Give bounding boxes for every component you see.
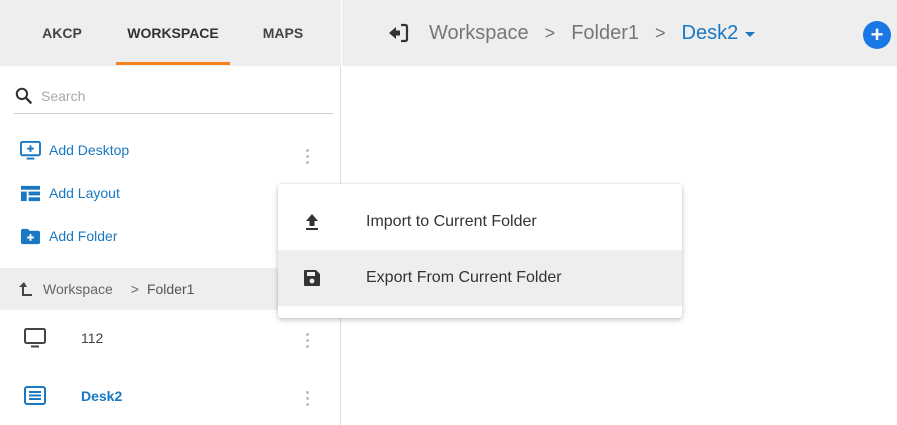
add-folder-label: Add Folder (49, 228, 118, 244)
add-desktop-button[interactable]: Add Desktop (20, 138, 129, 162)
add-button[interactable]: + (863, 21, 891, 49)
page: AKCP WORKSPACE MAPS Add Desktop (0, 0, 897, 425)
exit-icon[interactable] (387, 22, 409, 44)
tab-workspace[interactable]: WORKSPACE (118, 0, 228, 66)
list-item-label: 112 (81, 330, 104, 346)
export-menu-label: Export From Current Folder (366, 269, 562, 286)
context-menu: Import to Current Folder Export From Cur… (278, 184, 682, 318)
tab-maps[interactable]: MAPS (255, 0, 311, 66)
save-icon (304, 270, 320, 286)
search-input[interactable] (41, 87, 321, 104)
level-up-icon[interactable] (15, 279, 35, 299)
breadcrumb-separator: > (130, 281, 139, 297)
header-breadcrumb-separator: > (655, 22, 666, 43)
search-bar (14, 78, 333, 114)
more-options-icon[interactable] (300, 144, 314, 168)
add-desktop-icon (20, 140, 41, 160)
export-menu-item[interactable]: Export From Current Folder (278, 250, 682, 306)
list-item-112[interactable]: 112 (0, 314, 341, 362)
desktop-list-icon (24, 386, 46, 405)
add-layout-label: Add Layout (49, 185, 120, 201)
header-breadcrumb-folder1[interactable]: Folder1 (571, 22, 639, 45)
header-breadcrumb-separator: > (544, 22, 556, 43)
import-menu-item[interactable]: Import to Current Folder (278, 194, 682, 250)
chevron-down-icon (745, 32, 756, 37)
tab-akcp[interactable]: AKCP (38, 0, 86, 66)
more-options-icon[interactable] (300, 328, 314, 352)
top-header: Workspace > Folder1 > Desk2 + (342, 0, 897, 66)
more-options-icon[interactable] (300, 386, 314, 410)
add-layout-icon (21, 185, 40, 201)
active-tab-indicator (116, 62, 230, 65)
upload-icon (306, 214, 318, 230)
list-item-desk2[interactable]: Desk2 (0, 372, 341, 420)
list-item-label: Desk2 (81, 388, 123, 404)
breadcrumb-folder1[interactable]: Folder1 (147, 281, 194, 297)
tab-bar: AKCP WORKSPACE MAPS (0, 0, 341, 66)
add-desktop-label: Add Desktop (49, 142, 130, 158)
add-folder-button[interactable]: Add Folder (20, 224, 117, 248)
import-menu-label: Import to Current Folder (366, 213, 537, 230)
header-breadcrumb-workspace[interactable]: Workspace (429, 22, 529, 45)
header-current-desktop[interactable]: Desk2 (682, 22, 756, 45)
monitor-icon (24, 328, 46, 348)
add-layout-button[interactable]: Add Layout (20, 181, 120, 205)
search-icon (15, 87, 32, 104)
add-folder-icon (21, 228, 40, 244)
current-desktop-label: Desk2 (681, 21, 739, 44)
breadcrumb-workspace[interactable]: Workspace (43, 281, 113, 297)
